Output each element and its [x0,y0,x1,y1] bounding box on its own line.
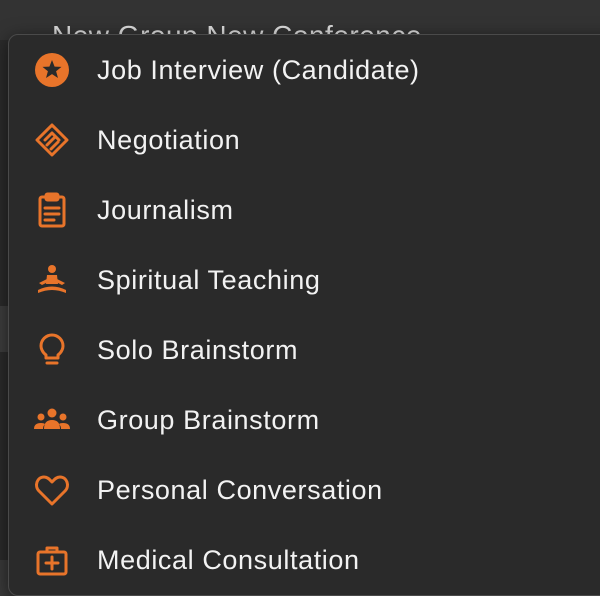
meditation-icon [32,260,72,300]
menu-item-negotiation[interactable]: Negotiation [9,105,600,175]
menu-item-medical-consultation[interactable]: Medical Consultation [9,525,600,595]
menu-item-personal-conversation[interactable]: Personal Conversation [9,455,600,525]
group-icon [32,400,72,440]
menu-item-label: Solo Brainstorm [97,334,299,365]
menu-item-label: Journalism [97,194,234,225]
medical-kit-icon [32,540,72,580]
menu-item-label: Negotiation [97,124,241,155]
menu-item-spiritual-teaching[interactable]: Spiritual Teaching [9,245,600,315]
menu-item-label: Personal Conversation [97,474,383,505]
menu-item-label: Medical Consultation [97,544,360,575]
clipboard-icon [32,190,72,230]
menu-item-label: Job Interview (Candidate) [97,54,420,85]
menu-item-solo-brainstorm[interactable]: Solo Brainstorm [9,315,600,385]
session-type-menu: Job Interview (Candidate) Negotiation Jo… [8,34,600,596]
menu-item-label: Spiritual Teaching [97,264,321,295]
background-strip [0,306,8,352]
menu-item-journalism[interactable]: Journalism [9,175,600,245]
menu-item-group-brainstorm[interactable]: Group Brainstorm [9,385,600,455]
menu-item-label: Group Brainstorm [97,404,320,435]
lightbulb-icon [32,330,72,370]
star-badge-icon [32,50,72,90]
menu-item-job-interview[interactable]: Job Interview (Candidate) [9,35,600,105]
heart-icon [32,470,72,510]
handshake-icon [32,120,72,160]
